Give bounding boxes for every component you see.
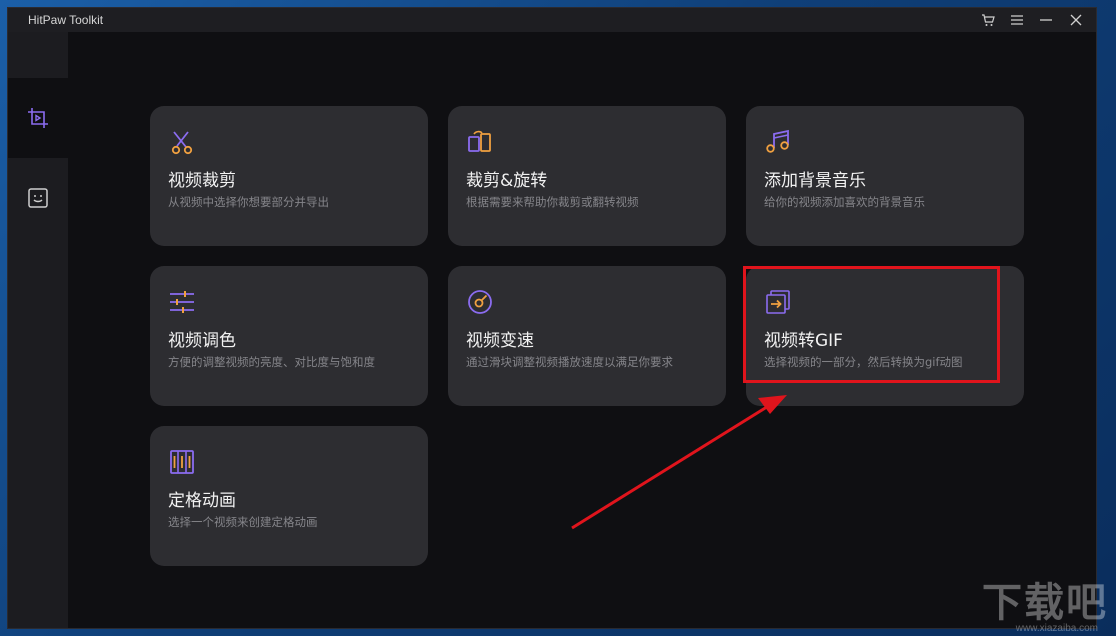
card-desc: 选择一个视频来创建定格动画 <box>168 515 318 529</box>
main-panel: 视频裁剪 从视频中选择你想要部分并导出 裁剪&旋转 根据需要来帮助你裁剪或翻转视… <box>68 32 1096 628</box>
card-desc: 通过滑块调整视频播放速度以满足你要求 <box>466 355 673 369</box>
card-title: 视频转GIF <box>764 331 843 351</box>
card-desc: 根据需要来帮助你裁剪或翻转视频 <box>466 195 639 209</box>
music-icon <box>766 129 789 153</box>
card-video-to-gif[interactable]: 视频转GIF 选择视频的一部分，然后转换为gif动图 <box>746 266 1024 406</box>
card-stop-motion[interactable]: 定格动画 选择一个视频来创建定格动画 <box>150 426 428 566</box>
card-title: 视频变速 <box>466 331 534 351</box>
card-desc: 给你的视频添加喜欢的背景音乐 <box>764 195 925 209</box>
sidebar-item-face-tools[interactable] <box>8 158 68 238</box>
card-video-trim[interactable]: 视频裁剪 从视频中选择你想要部分并导出 <box>150 106 428 246</box>
card-title: 定格动画 <box>168 491 236 511</box>
app-window: HitPaw Toolkit 视频裁剪 从视频中选择你想要部分并导出 裁剪&旋转… <box>8 8 1096 628</box>
sidebar-item-video-tools[interactable] <box>8 78 68 158</box>
scissors-icon <box>171 131 193 155</box>
menu-icon[interactable] <box>1007 11 1027 29</box>
speed-icon <box>468 290 492 314</box>
watermark-logo: 下载吧 <box>982 580 1108 626</box>
card-color-adjust[interactable]: 视频调色 方便的调整视频的亮度、对比度与饱和度 <box>150 266 428 406</box>
card-desc: 从视频中选择你想要部分并导出 <box>168 195 329 209</box>
card-crop-rotate[interactable]: 裁剪&旋转 根据需要来帮助你裁剪或翻转视频 <box>448 106 726 246</box>
minimize-icon[interactable] <box>1036 11 1056 29</box>
stop-motion-icon <box>170 450 194 474</box>
card-desc: 方便的调整视频的亮度、对比度与饱和度 <box>168 355 375 369</box>
watermark-url: www.xiazaiba.com <box>1015 623 1098 634</box>
crop-rotate-icon <box>468 130 491 152</box>
close-icon[interactable] <box>1066 11 1086 29</box>
card-add-music[interactable]: 添加背景音乐 给你的视频添加喜欢的背景音乐 <box>746 106 1024 246</box>
titlebar: HitPaw Toolkit <box>8 8 1096 32</box>
sliders-icon <box>170 291 194 313</box>
gif-convert-icon <box>766 290 790 314</box>
app-title: HitPaw Toolkit <box>28 13 104 27</box>
card-title: 视频裁剪 <box>168 171 236 191</box>
card-title: 视频调色 <box>168 331 236 351</box>
video-crop-icon <box>28 108 48 128</box>
card-desc: 选择视频的一部分，然后转换为gif动图 <box>764 355 963 369</box>
cart-icon[interactable] <box>978 11 998 29</box>
card-title: 裁剪&旋转 <box>466 171 548 191</box>
face-icon <box>28 188 48 208</box>
sidebar <box>8 32 68 628</box>
card-title: 添加背景音乐 <box>764 171 866 191</box>
card-speed-change[interactable]: 视频变速 通过滑块调整视频播放速度以满足你要求 <box>448 266 726 406</box>
